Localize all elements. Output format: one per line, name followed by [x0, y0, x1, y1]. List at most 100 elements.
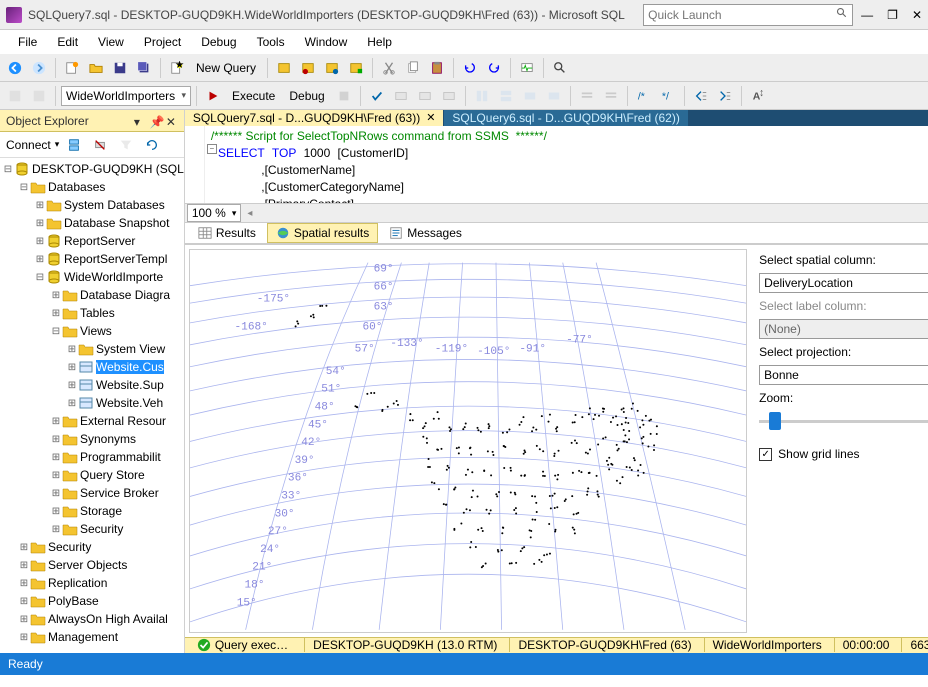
paste-button[interactable] — [426, 57, 448, 79]
sql-editor[interactable]: − /****** Script for SelectTopNRows comm… — [185, 126, 928, 205]
tree-polybase[interactable]: ⊞PolyBase — [0, 592, 184, 610]
tb2-icon-c[interactable] — [438, 85, 460, 107]
connect-server-icon[interactable] — [63, 134, 85, 156]
tb-icon-c[interactable] — [321, 57, 343, 79]
tree-sysview[interactable]: ⊞System View — [0, 340, 184, 358]
tree-wwi[interactable]: ⊟WideWorldImporte — [0, 268, 184, 286]
refresh-icon[interactable] — [141, 134, 163, 156]
tb2-icon-f[interactable] — [519, 85, 541, 107]
menu-help[interactable]: Help — [359, 32, 400, 52]
indent-left-icon[interactable] — [690, 85, 712, 107]
new-query-icon[interactable]: ★ — [166, 57, 188, 79]
quick-launch-input[interactable] — [648, 8, 836, 22]
minimize-button[interactable]: — — [861, 8, 873, 22]
tree-website-veh[interactable]: ⊞Website.Veh — [0, 394, 184, 412]
tree-prog[interactable]: ⊞Programmabilit — [0, 448, 184, 466]
chevron-down-icon[interactable]: ▾ — [134, 115, 146, 127]
new-item-button[interactable] — [61, 57, 83, 79]
tab-spatial[interactable]: Spatial results — [267, 223, 378, 243]
menu-project[interactable]: Project — [136, 32, 189, 52]
new-query-button[interactable]: New Query — [190, 61, 262, 75]
menu-edit[interactable]: Edit — [49, 32, 86, 52]
outline-collapse-icon[interactable]: − — [207, 144, 217, 154]
tab-query7[interactable]: SQLQuery7.sql - D...GUQD9KH\Fred (63))✕ — [185, 110, 445, 126]
tb2-icon-g[interactable] — [543, 85, 565, 107]
menu-view[interactable]: View — [90, 32, 132, 52]
forward-button[interactable] — [28, 57, 50, 79]
tree-management[interactable]: ⊞Management — [0, 628, 184, 646]
tree-serverobj[interactable]: ⊞Server Objects — [0, 556, 184, 574]
spatial-column-select[interactable]: DeliveryLocation▾ — [759, 273, 928, 293]
parse-icon[interactable] — [366, 85, 388, 107]
tree-querystore[interactable]: ⊞Query Store — [0, 466, 184, 484]
uncomment-icon[interactable]: */ — [657, 85, 679, 107]
open-button[interactable] — [85, 57, 107, 79]
projection-select[interactable]: Bonne▾ — [759, 365, 928, 385]
tb-icon-a[interactable] — [273, 57, 295, 79]
save-all-button[interactable] — [133, 57, 155, 79]
tb2-icon-e[interactable] — [495, 85, 517, 107]
back-button[interactable] — [4, 57, 26, 79]
tb2-icon-a[interactable] — [390, 85, 412, 107]
tree-views[interactable]: ⊟Views — [0, 322, 184, 340]
tree-extres[interactable]: ⊞External Resour — [0, 412, 184, 430]
tree-sysdb[interactable]: ⊞System Databases — [0, 196, 184, 214]
tree-databases[interactable]: ⊟Databases — [0, 178, 184, 196]
pin-icon[interactable]: 📌 — [150, 115, 162, 127]
activity-monitor-icon[interactable] — [516, 57, 538, 79]
tb2-icon-h[interactable] — [576, 85, 598, 107]
copy-button[interactable] — [402, 57, 424, 79]
find-icon[interactable] — [549, 57, 571, 79]
tree-dbdiag[interactable]: ⊞Database Diagra — [0, 286, 184, 304]
menu-file[interactable]: File — [10, 32, 45, 52]
zoom-combo[interactable]: 100 %▾ — [187, 204, 242, 222]
menu-tools[interactable]: Tools — [249, 32, 293, 52]
undo-button[interactable] — [459, 57, 481, 79]
tab-close-icon[interactable]: ✕ — [426, 111, 435, 124]
tree-snapshot[interactable]: ⊞Database Snapshot — [0, 214, 184, 232]
execute-icon[interactable] — [202, 85, 224, 107]
menu-window[interactable]: Window — [297, 32, 356, 52]
database-combo[interactable]: WideWorldImporters▾ — [61, 86, 191, 106]
tb2-icon-i[interactable] — [600, 85, 622, 107]
tab-query6[interactable]: SQLQuery6.sql - D...GUQD9KH\Fred (62)) — [444, 110, 688, 126]
tree-reportserver[interactable]: ⊞ReportServer — [0, 232, 184, 250]
tb2-icon-b[interactable] — [414, 85, 436, 107]
tab-results[interactable]: Results — [189, 223, 265, 243]
show-grid-checkbox[interactable]: ✓Show grid lines — [759, 447, 928, 461]
tree-reportservertemp[interactable]: ⊞ReportServerTempl — [0, 250, 184, 268]
tb-icon-d[interactable] — [345, 57, 367, 79]
tree-security2[interactable]: ⊞Security — [0, 538, 184, 556]
indent-right-icon[interactable] — [714, 85, 736, 107]
tb-icon-b[interactable] — [297, 57, 319, 79]
tree-servicebroker[interactable]: ⊞Service Broker — [0, 484, 184, 502]
connect-button[interactable]: Connect — [6, 138, 51, 152]
tab-messages[interactable]: Messages — [380, 223, 471, 243]
tb2-icon-j[interactable]: A↕ — [747, 85, 769, 107]
tree-security1[interactable]: ⊞Security — [0, 520, 184, 538]
tb2-icon-d[interactable] — [471, 85, 493, 107]
tree-replication[interactable]: ⊞Replication — [0, 574, 184, 592]
disconnect-icon[interactable] — [89, 134, 111, 156]
redo-button[interactable] — [483, 57, 505, 79]
debug-button[interactable]: Debug — [283, 89, 330, 103]
spatial-canvas[interactable]: -175° -168° -133° -119° -105° -91° -77° … — [189, 249, 747, 632]
tree-synonyms[interactable]: ⊞Synonyms — [0, 430, 184, 448]
close-panel-icon[interactable]: ✕ — [166, 115, 178, 127]
tree-storage[interactable]: ⊞Storage — [0, 502, 184, 520]
object-tree[interactable]: ⊟DESKTOP-GUQD9KH (SQL ⊟Databases ⊞System… — [0, 158, 184, 653]
tree-tables[interactable]: ⊞Tables — [0, 304, 184, 322]
save-button[interactable] — [109, 57, 131, 79]
zoom-slider[interactable] — [759, 411, 928, 431]
tree-website-cus[interactable]: ⊞Website.Cus — [0, 358, 184, 376]
execute-button[interactable]: Execute — [226, 89, 281, 103]
tree-website-sup[interactable]: ⊞Website.Sup — [0, 376, 184, 394]
tree-server[interactable]: ⊟DESKTOP-GUQD9KH (SQL — [0, 160, 184, 178]
cut-button[interactable] — [378, 57, 400, 79]
close-button[interactable]: ✕ — [912, 8, 922, 22]
quick-launch[interactable] — [643, 4, 853, 26]
comment-icon[interactable]: /* — [633, 85, 655, 107]
menu-debug[interactable]: Debug — [193, 32, 244, 52]
tree-alwayson[interactable]: ⊞AlwaysOn High Availal — [0, 610, 184, 628]
restore-button[interactable]: ❐ — [887, 8, 898, 22]
